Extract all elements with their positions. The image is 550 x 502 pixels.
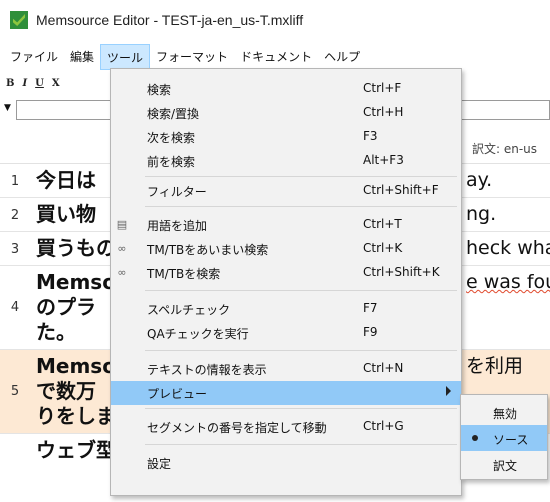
preview-option-disabled[interactable]: 無効 <box>461 399 547 425</box>
menu-item-find-previous[interactable]: 前を検索 Alt+F3 <box>111 149 461 173</box>
segment-target[interactable]: ng. <box>466 202 496 226</box>
menu-separator <box>145 444 457 445</box>
segment-source: で数万 <box>36 379 96 403</box>
segment-target[interactable]: e was fou <box>466 270 550 294</box>
menu-item-filter[interactable]: フィルター Ctrl+Shift+F <box>111 179 461 203</box>
submenu-arrow-icon <box>446 386 451 396</box>
tools-menu: 検索 Ctrl+F 検索/置換 Ctrl+H 次を検索 F3 前を検索 Alt+… <box>110 68 462 496</box>
segment-target[interactable]: を利用 <box>466 354 523 378</box>
preview-option-source[interactable]: ソース <box>461 425 547 451</box>
menu-item-tm-search[interactable]: ∞ TM/TBを検索 Ctrl+Shift+K <box>111 261 461 285</box>
segment-source: 買い物 <box>36 202 96 226</box>
segment-source: た。 <box>36 320 76 344</box>
preview-submenu: 無効 ソース 訳文 <box>460 394 548 480</box>
segment-source: 今日は <box>36 168 96 192</box>
format-toolbar: B I U X <box>0 72 118 94</box>
segment-number: 5 <box>10 384 20 399</box>
menu-separator <box>145 206 457 207</box>
menu-item-run-qa[interactable]: QAチェックを実行 F9 <box>111 321 461 345</box>
segment-number: 1 <box>10 174 20 189</box>
segment-source: Memso <box>36 354 116 378</box>
misspelled-word[interactable]: e was fou <box>466 271 550 293</box>
menu-item-search[interactable]: 検索 Ctrl+F <box>111 77 461 101</box>
menu-item-add-term[interactable]: ▤ 用語を追加 Ctrl+T <box>111 213 461 237</box>
title-bar: Memsource Editor - TEST-ja-en_us-T.mxlif… <box>0 0 550 40</box>
menu-item-fuzzy-search[interactable]: ∞ TM/TBをあいまい検索 Ctrl+K <box>111 237 461 261</box>
menu-item-search-replace[interactable]: 検索/置換 Ctrl+H <box>111 101 461 125</box>
segment-source: のプラ <box>36 295 96 319</box>
preview-option-target[interactable]: 訳文 <box>461 451 547 477</box>
segment-number: 2 <box>10 208 20 223</box>
menu-edit[interactable]: 編集 <box>64 44 100 70</box>
menu-item-text-info[interactable]: テキストの情報を表示 Ctrl+N <box>111 357 461 381</box>
bold-button[interactable]: B <box>6 78 14 89</box>
menu-bar: ファイル 編集 ツール フォーマット ドキュメント ヘルプ <box>0 44 550 70</box>
target-column-header: 訳文: en-us <box>472 142 538 156</box>
underline-button[interactable]: U <box>35 78 44 89</box>
menu-document[interactable]: ドキュメント <box>234 44 318 70</box>
binoculars-icon: ∞ <box>117 242 127 255</box>
add-term-icon: ▤ <box>116 218 128 231</box>
dropdown-arrow-icon[interactable]: ▼ <box>4 103 14 113</box>
binoculars-icon: ∞ <box>117 266 127 279</box>
segment-source: りをしま <box>36 404 116 428</box>
radio-selected-icon <box>472 435 478 441</box>
menu-file[interactable]: ファイル <box>4 44 64 70</box>
menu-separator <box>145 176 457 177</box>
menu-separator <box>145 290 457 291</box>
italic-button[interactable]: I <box>22 78 27 89</box>
menu-separator <box>145 408 457 409</box>
segment-source: 買うもの <box>36 236 116 260</box>
menu-format[interactable]: フォーマット <box>150 44 234 70</box>
menu-item-spell-check[interactable]: スペルチェック F7 <box>111 297 461 321</box>
segment-target[interactable]: ay. <box>466 168 492 192</box>
memsource-app-icon <box>10 11 28 29</box>
menu-separator <box>145 350 457 351</box>
toolbar-divider <box>460 72 550 94</box>
window-title: Memsource Editor - TEST-ja-en_us-T.mxlif… <box>36 12 304 28</box>
segment-number: 4 <box>10 300 20 315</box>
menu-item-settings[interactable]: 設定 <box>111 451 461 475</box>
segment-number: 3 <box>10 242 20 257</box>
menu-item-find-next[interactable]: 次を検索 F3 <box>111 125 461 149</box>
menu-tools[interactable]: ツール <box>100 44 151 70</box>
menu-help[interactable]: ヘルプ <box>318 44 366 70</box>
segment-target[interactable]: heck wha <box>466 236 550 260</box>
segment-source: Memso <box>36 270 116 294</box>
menu-item-preview[interactable]: プレビュー <box>111 381 461 405</box>
menu-item-goto-segment[interactable]: セグメントの番号を指定して移動 Ctrl+G <box>111 415 461 439</box>
clear-format-button[interactable]: X <box>52 78 60 89</box>
